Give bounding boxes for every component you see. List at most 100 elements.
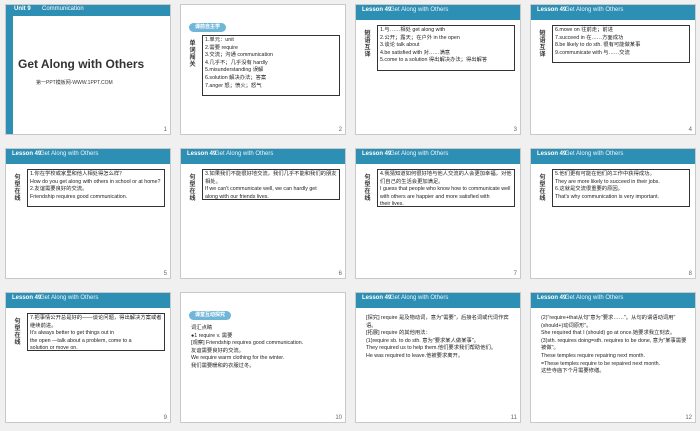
text-line: 5.他们更有可能在他们的工作中获得成功。 xyxy=(555,171,655,177)
text-line: 9.communicate with 与……交流 xyxy=(555,49,630,56)
text-line: 我们需要暖和的衣服过冬。 xyxy=(191,362,255,369)
lesson-label: Lesson 49 xyxy=(537,295,567,301)
lesson-label: Lesson 49 xyxy=(362,7,392,13)
text-line: the open —talk about a problem, come to … xyxy=(30,337,132,344)
text-line: solution or move on. xyxy=(30,345,78,352)
unit-label: Unit 9 xyxy=(14,6,31,12)
text-line: 3.如果我们不能很好地交流，我们几乎不能和我们的朋友相处。 xyxy=(205,171,337,185)
text-line: 1.单元：unit xyxy=(205,37,234,43)
slide-number: 5 xyxy=(163,271,167,277)
lesson-label: Lesson 49 xyxy=(537,7,567,13)
slide-number: 12 xyxy=(685,415,692,421)
slide-number: 9 xyxy=(163,415,167,421)
text-line: She required that I (should) go at once.… xyxy=(541,330,676,337)
text-line: [观察] Friendship requires good communicat… xyxy=(191,340,304,347)
text-line: 1.与……相处 get along with xyxy=(380,27,446,33)
lesson-label: Lesson 49 xyxy=(537,151,567,157)
slide-header: Lesson 49 Get Along with Others xyxy=(356,5,520,20)
unit-topic: Communication xyxy=(42,6,84,12)
slide-body: 7.把事情公开总是好的——谈论问题，得出解决方案或者继续前进。 It's alwa… xyxy=(30,315,164,353)
text-line: with others are happier and more satisfi… xyxy=(380,193,490,200)
slide-number: 2 xyxy=(338,127,342,133)
slide-body: 1.单元：unit 2.需要 require 3.交流；沟通 communicati… xyxy=(205,37,339,90)
slide-number: 8 xyxy=(688,271,692,277)
slide-body: 6.move on 往前走；前进 7.succeed in 在……方面成功 8.be… xyxy=(555,27,689,57)
slide-header: Lesson 49 Get Along with Others xyxy=(6,149,170,164)
text-line: along with our friends lives. xyxy=(205,193,269,200)
slide-body: (2)"require+that从句"意为"要求……"。从句的谓语动词用"(sh… xyxy=(541,315,689,376)
section-label: 句型在线 xyxy=(364,175,371,202)
text-line: 1.你在学校或家里和他人相处得怎么样？ xyxy=(30,171,125,177)
slide-thumbnail-9[interactable]: Lesson 49 Get Along with Others 句型在线 7.把事情公… xyxy=(5,292,171,423)
slide-number: 4 xyxy=(688,127,692,133)
slide-body: 4.我猜知道如何很好地与他人交流的人会更加幸福，对他们自己的生活会更加满足。 I … xyxy=(380,171,514,209)
slide-header: Lesson 49 Get Along with Others xyxy=(181,149,345,164)
slide-number: 7 xyxy=(513,271,517,277)
slide-grid: Unit 9 Communication Get Along with Others… xyxy=(5,4,696,427)
lesson-topic: Get Along with Others xyxy=(40,295,99,301)
text-line: 2.友谊需要良好的交流。 xyxy=(30,186,88,193)
text-line: It's always better to get things out in xyxy=(30,330,115,337)
slide-body: 词汇点睛 ●1 require v. 需要 [观察] Friendship requ… xyxy=(191,325,339,371)
text-line: Friendship requires good communication. xyxy=(30,193,128,200)
text-line: If we can't communicate well, we can har… xyxy=(205,186,317,193)
text-line: [探究] require 是及物动词，意为"需要"，后接名词或代词作宾语。 xyxy=(366,315,509,329)
text-line: 友谊需要良好的交流。 xyxy=(191,347,244,354)
text-line: He was required to leave.他被要求离开。 xyxy=(366,352,464,359)
section-label: 短语互译 xyxy=(364,31,371,58)
site-text: 第一PPT模板网-WWW.1PPT.COM xyxy=(36,80,113,86)
slide-body: 3.如果我们不能很好地交流，我们几乎不能和我们的朋友相处。 If we can't… xyxy=(205,171,339,201)
slide-number: 11 xyxy=(510,415,517,421)
lesson-topic: Get Along with Others xyxy=(390,7,449,13)
slide-thumbnail-4[interactable]: Lesson 49 Get Along with Others 短语互译 6.move… xyxy=(530,4,696,135)
lesson-label: Lesson 49 xyxy=(12,151,42,157)
text-line: 5.misunderstanding 误解 xyxy=(205,67,264,74)
slide-body: 1.你在学校或家里和他人相处得怎么样？ How do you get along … xyxy=(30,171,164,201)
text-line: 6.这就是交流很重要的原因。 xyxy=(555,186,623,193)
slide-thumbnail-8[interactable]: Lesson 49 Get Along with Others 句型在线 5.他们更有… xyxy=(530,148,696,279)
slide-thumbnail-3[interactable]: Lesson 49 Get Along with Others 短语互译 1.与……相… xyxy=(355,4,521,135)
slide-header: Lesson 49 Get Along with Others xyxy=(531,149,695,164)
text-line: 7.把事情公开总是好的——谈论问题，得出解决方案或者继续前进。 xyxy=(30,315,162,329)
section-label: 句型在线 xyxy=(539,175,546,202)
lesson-topic: Get Along with Others xyxy=(390,295,449,301)
slide-number: 6 xyxy=(338,271,342,277)
slide-thumbnail-7[interactable]: Lesson 49 Get Along with Others 句型在线 4.我猜知道… xyxy=(355,148,521,279)
section-label: 句型在线 xyxy=(14,175,21,202)
slide-header: Lesson 49 Get Along with Others xyxy=(531,293,695,308)
slide-thumbnail-5[interactable]: Lesson 49 Get Along with Others 句型在线 1.你在学校… xyxy=(5,148,171,279)
lesson-label: Lesson 49 xyxy=(362,151,392,157)
section-label: 句型在线 xyxy=(189,175,196,202)
text-line: [拓展] require 的其他用法： xyxy=(366,330,431,337)
slide-number: 1 xyxy=(163,127,167,133)
text-line: 词汇点睛 xyxy=(191,325,213,331)
lesson-label: Lesson 49 xyxy=(187,151,217,157)
lesson-topic: Get Along with Others xyxy=(565,295,624,301)
slide-thumbnail-2[interactable]: 课前自主学 单词闯关 1.单元：unit 2.需要 require 3.交流；沟通 co… xyxy=(180,4,346,135)
section-label: 单词闯关 xyxy=(189,41,196,68)
slide-thumbnail-10[interactable]: 课堂互动探究词汇点睛 ●1 require v. 需要 [观察] Friendshi… xyxy=(180,292,346,423)
slide-thumbnail-1[interactable]: Unit 9 Communication Get Along with Others… xyxy=(5,4,171,135)
slide-thumbnail-12[interactable]: Lesson 49 Get Along with Others (2)"requir… xyxy=(530,292,696,423)
slide-thumbnail-6[interactable]: Lesson 49 Get Along with Others 句型在线 3.如果我们… xyxy=(180,148,346,279)
text-line: 4.我猜知道如何很好地与他人交流的人会更加幸福，对他们自己的生活会更加满足。 xyxy=(380,171,512,185)
section-label: 短语互译 xyxy=(539,31,546,58)
lesson-topic: Get Along with Others xyxy=(390,151,449,157)
slide-thumbnail-11[interactable]: Lesson 49 Get Along with Others [探究] requi… xyxy=(355,292,521,423)
slide-stripe xyxy=(6,5,13,134)
lesson-label: Lesson 49 xyxy=(12,295,42,301)
text-line: These temples require repairing next mon… xyxy=(541,352,645,359)
slide-header: Lesson 49 Get Along with Others xyxy=(356,149,520,164)
slide-body: 1.与……相处 get along with 2.公开；露天；在户外 in the… xyxy=(380,27,514,65)
slide-header: Lesson 49 Get Along with Others xyxy=(356,293,520,308)
text-line: 6.solution 解决办法；答案 xyxy=(205,74,267,81)
text-line: I guess that people who know how to comm… xyxy=(380,186,511,193)
text-line: 3.谈论 talk about xyxy=(380,42,420,49)
section-pill: 课堂互动探究 xyxy=(189,311,232,320)
lesson-topic: Get Along with Others xyxy=(40,151,99,157)
lesson-label: Lesson 49 xyxy=(362,295,392,301)
deck-title: Get Along with Others xyxy=(18,57,145,71)
slide-body: 5.他们更有可能在他们的工作中获得成功。 They are more likely… xyxy=(555,171,689,201)
text-line: That's why communication is very importa… xyxy=(555,193,660,200)
text-line: (3)sth. requires doing=sth. requires to … xyxy=(541,337,687,352)
